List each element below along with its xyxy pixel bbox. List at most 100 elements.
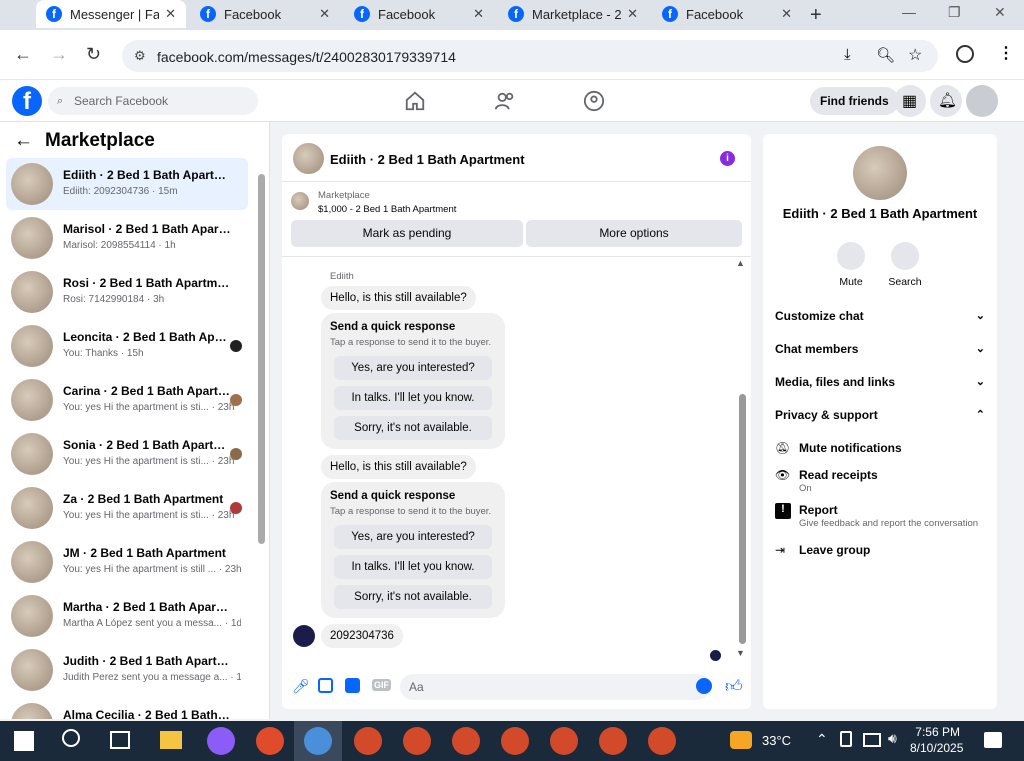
friends-icon[interactable]: [494, 90, 516, 112]
close-tab-icon[interactable]: ✕: [319, 6, 330, 22]
section-privacy-support[interactable]: Privacy & support ⌃: [775, 408, 985, 422]
menu-dots-icon[interactable]: ⋮: [998, 43, 1014, 63]
scroll-up-icon[interactable]: ▲: [736, 258, 745, 268]
chat-title[interactable]: Ediith · 2 Bed 1 Bath Apartment: [330, 152, 525, 167]
groups-icon[interactable]: [583, 90, 605, 112]
file-explorer-icon[interactable]: [160, 731, 182, 749]
profile-icon[interactable]: [956, 45, 974, 63]
conversation-item[interactable]: Ediith · 2 Bed 1 Bath Apartment Ediith: 2…: [6, 158, 248, 210]
chrome-icon[interactable]: [403, 727, 431, 755]
home-icon[interactable]: [404, 90, 426, 112]
mark-pending-button[interactable]: Mark as pending: [291, 220, 523, 247]
close-tab-icon[interactable]: ✕: [473, 6, 484, 22]
reload-icon[interactable]: ↻: [86, 44, 101, 65]
install-icon[interactable]: ⤓: [844, 46, 851, 63]
section-media-files[interactable]: Media, files and links ⌄: [775, 375, 985, 389]
close-window-icon[interactable]: ✕: [994, 4, 1006, 21]
tab-facebook-1[interactable]: f Facebook ✕: [190, 0, 340, 28]
close-tab-icon[interactable]: ✕: [627, 6, 638, 22]
chrome-icon[interactable]: [354, 727, 382, 755]
close-tab-icon[interactable]: ✕: [165, 6, 176, 22]
photo-icon[interactable]: [318, 678, 333, 693]
menu-grid-icon[interactable]: ▦: [894, 85, 926, 117]
copilot-icon[interactable]: [207, 727, 235, 755]
quick-response-option[interactable]: In talks. I'll let you know.: [334, 555, 492, 579]
quick-response-option[interactable]: Yes, are you interested?: [334, 525, 492, 549]
facebook-logo-icon[interactable]: f: [12, 86, 42, 116]
search-input[interactable]: ⌕ Search Facebook: [48, 87, 258, 115]
conversation-item[interactable]: Judith · 2 Bed 1 Bath Apartment Judith Pe…: [6, 644, 248, 696]
quick-response-option[interactable]: Sorry, it's not available.: [334, 416, 492, 440]
more-options-button[interactable]: More options: [526, 220, 742, 247]
gif-icon[interactable]: GIF: [372, 679, 391, 691]
message-scrollbar[interactable]: [739, 394, 746, 644]
conversation-item[interactable]: Leoncita · 2 Bed 1 Bath Apart... You: Tha…: [6, 320, 248, 372]
chrome-icon[interactable]: [550, 727, 578, 755]
mute-button[interactable]: Mute: [826, 242, 876, 288]
facebook-favicon-icon: f: [200, 6, 216, 22]
quick-response-option[interactable]: Sorry, it's not available.: [334, 585, 492, 609]
conversation-name: Judith · 2 Bed 1 Bath Apartment: [63, 654, 231, 668]
volume-icon[interactable]: 🔊︎: [888, 730, 897, 747]
chrome-icon[interactable]: [452, 727, 480, 755]
quick-response-option[interactable]: Yes, are you interested?: [334, 356, 492, 380]
zoom-icon[interactable]: 🔍︎: [876, 46, 895, 64]
omnibox[interactable]: ⚙ facebook.com/messages/t/24002830179339…: [122, 40, 938, 72]
chat-avatar[interactable]: [293, 143, 324, 174]
clock[interactable]: 7:56 PM 8/10/2025: [910, 724, 963, 756]
info-icon[interactable]: i: [720, 151, 735, 166]
forward-icon[interactable]: →: [50, 44, 68, 65]
message-input[interactable]: Aa: [400, 674, 710, 700]
conversation-item[interactable]: Carina · 2 Bed 1 Bath Apartm... You: yes …: [6, 374, 248, 426]
new-tab-icon[interactable]: +: [810, 4, 822, 27]
search-icon[interactable]: [62, 729, 80, 747]
temperature[interactable]: 33°C: [762, 733, 791, 748]
bookmark-star-icon[interactable]: ☆: [908, 45, 922, 65]
quick-response-option[interactable]: In talks. I'll let you know.: [334, 386, 492, 410]
conversation-item[interactable]: Marisol · 2 Bed 1 Bath Apartment Marisol:…: [6, 212, 248, 264]
battery-icon[interactable]: [840, 731, 852, 747]
scroll-down-icon[interactable]: ▼: [736, 648, 745, 658]
conversation-item[interactable]: Rosi · 2 Bed 1 Bath Apartment Rosi: 71429…: [6, 266, 248, 318]
message-bubble: Hello, is this still available?: [321, 455, 476, 479]
app-icon[interactable]: [304, 727, 332, 755]
emoji-icon[interactable]: [696, 678, 712, 694]
task-view-icon[interactable]: [110, 731, 130, 749]
conversation-item[interactable]: JM · 2 Bed 1 Bath Apartment You: yes Hi t…: [6, 536, 248, 588]
search-button[interactable]: Search: [880, 242, 930, 288]
chrome-icon[interactable]: [501, 727, 529, 755]
tab-facebook-3[interactable]: f Facebook ✕: [652, 0, 802, 28]
seen-avatar: [230, 502, 242, 514]
network-icon[interactable]: [863, 733, 881, 747]
microphone-icon[interactable]: 🎤︎: [292, 678, 310, 695]
restore-icon[interactable]: ❐: [948, 4, 961, 21]
windows-start-icon[interactable]: [14, 731, 34, 751]
weather-icon[interactable]: [730, 731, 752, 749]
sticker-icon[interactable]: [345, 678, 360, 693]
quick-response-card: Send a quick response Tap a response to …: [321, 313, 505, 449]
minimize-icon[interactable]: —: [902, 4, 916, 20]
section-customize-chat[interactable]: Customize chat ⌄: [775, 309, 985, 323]
section-chat-members[interactable]: Chat members ⌄: [775, 342, 985, 356]
site-info-icon[interactable]: ⚙: [134, 48, 146, 64]
conversation-item[interactable]: Za · 2 Bed 1 Bath Apartment You: yes Hi t…: [6, 482, 248, 534]
conversation-scrollbar[interactable]: [258, 174, 265, 544]
chrome-icon[interactable]: [648, 727, 676, 755]
tray-chevron-up-icon[interactable]: ⌃: [816, 731, 828, 748]
chrome-icon[interactable]: [256, 727, 284, 755]
notifications-bell-icon[interactable]: 🔔︎: [930, 85, 962, 117]
chrome-icon[interactable]: [599, 727, 627, 755]
conversation-item[interactable]: Martha · 2 Bed 1 Bath Apartment Martha A …: [6, 590, 248, 642]
close-tab-icon[interactable]: ✕: [781, 6, 792, 22]
conversation-item[interactable]: Sonia · 2 Bed 1 Bath Apartment You: yes H…: [6, 428, 248, 480]
back-icon[interactable]: ←: [14, 44, 32, 65]
like-thumb-icon[interactable]: 👍︎: [725, 676, 743, 697]
account-avatar[interactable]: [966, 85, 998, 117]
conversation-item[interactable]: Alma Cecilia · 2 Bed 1 Bath Apar...: [6, 698, 248, 719]
tab-facebook-2[interactable]: f Facebook ✕: [344, 0, 494, 28]
back-arrow-icon[interactable]: ←: [14, 130, 33, 152]
notification-center-icon[interactable]: [984, 732, 1002, 748]
tab-marketplace[interactable]: f Marketplace - 2 ✕: [498, 0, 648, 28]
tab-messenger[interactable]: f Messenger | Fa ✕: [36, 0, 186, 28]
find-friends-button[interactable]: Find friends: [810, 87, 899, 115]
